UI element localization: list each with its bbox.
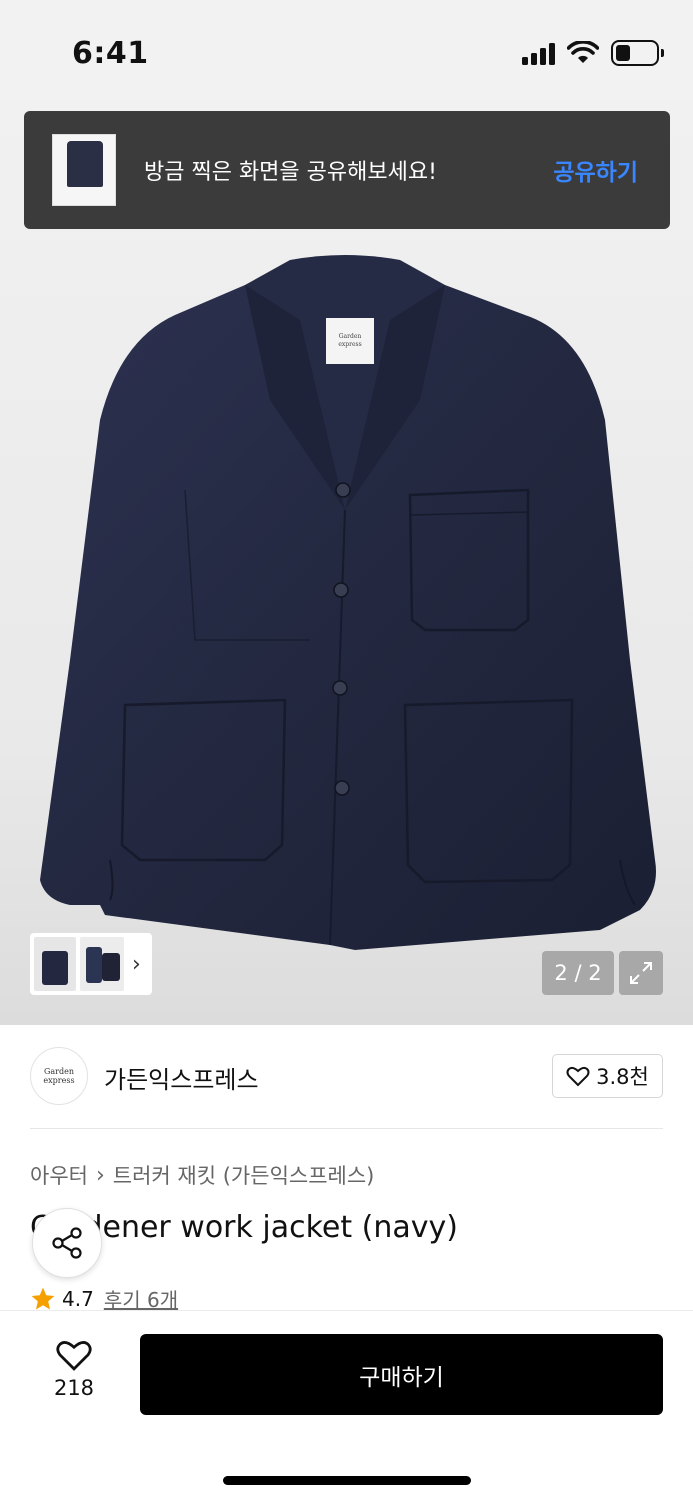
battery-icon [611, 40, 664, 66]
share-icon [52, 1227, 82, 1259]
brand-logo[interactable]: Garden express [30, 1047, 88, 1105]
share-button[interactable] [32, 1208, 102, 1278]
toast-message: 방금 찍은 화면을 공유해보세요! [144, 160, 437, 185]
thumbnail-image[interactable] [34, 937, 76, 991]
status-bar: 6:41 [0, 0, 693, 100]
image-page-counter: 2 / 2 [542, 951, 614, 995]
wifi-icon [567, 41, 599, 63]
brand-logo-text: Garden express [43, 1067, 75, 1085]
status-time: 6:41 [72, 36, 149, 71]
like-button[interactable]: 218 [46, 1338, 102, 1408]
share-toast: 방금 찍은 화면을 공유해보세요! 공유하기 [24, 111, 670, 229]
brand-favorite-button[interactable]: 3.8천 [552, 1054, 663, 1098]
chevron-right-icon[interactable]: › [132, 952, 141, 977]
expand-button[interactable] [619, 951, 663, 995]
brand-name[interactable]: 가든익스프레스 [104, 1060, 259, 1095]
cellular-signal-icon [522, 41, 555, 65]
buy-button[interactable]: 구매하기 [140, 1334, 663, 1415]
heart-outline-icon [566, 1066, 590, 1087]
heart-outline-icon [56, 1341, 92, 1371]
breadcrumb: 아우터 › 트러커 재킷 (가든익스프레스) [30, 1160, 374, 1190]
rating-value: 4.7 [62, 1286, 94, 1311]
gallery-thumbnails[interactable]: › [30, 933, 152, 995]
breadcrumb-subcategory[interactable]: 트러커 재킷 (가든익스프레스) [113, 1160, 375, 1190]
home-indicator [223, 1476, 471, 1485]
brand-favorite-count: 3.8천 [596, 1065, 649, 1089]
rating-row: 4.7 후기 6개 [30, 1284, 178, 1313]
breadcrumb-category[interactable]: 아우터 [30, 1160, 88, 1190]
status-icons [522, 40, 664, 66]
thumbnail-image[interactable] [80, 937, 124, 991]
divider [30, 1128, 663, 1129]
jacket-illustration: Garden express [40, 255, 656, 950]
expand-icon [630, 962, 652, 984]
star-icon [31, 1287, 55, 1310]
share-now-button[interactable]: 공유하기 [553, 153, 638, 187]
like-count: 218 [53, 1376, 95, 1400]
screenshot-thumbnail [52, 134, 116, 206]
reviews-link[interactable]: 후기 6개 [104, 1284, 178, 1313]
chevron-right-icon: › [95, 1162, 105, 1188]
product-image[interactable]: Garden express [0, 100, 693, 1025]
svg-text:express: express [338, 341, 361, 348]
svg-text:Garden: Garden [339, 333, 362, 340]
